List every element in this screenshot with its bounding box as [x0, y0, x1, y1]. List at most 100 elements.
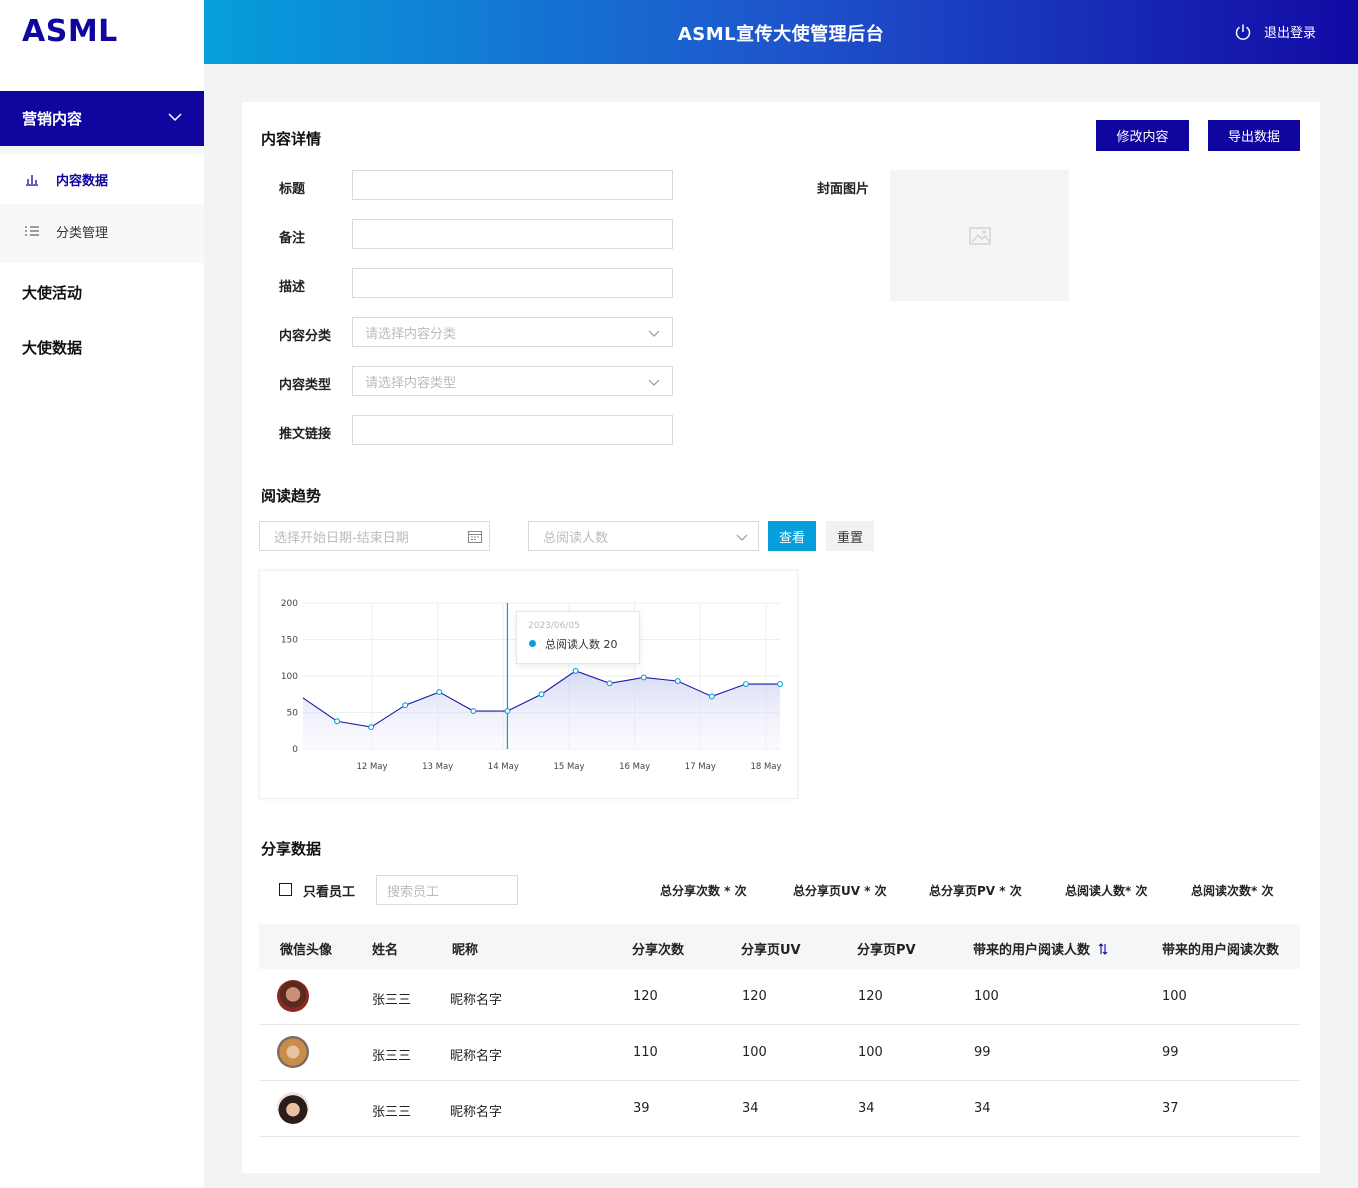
sidebar-item-label: 内容数据 — [56, 173, 109, 189]
data-point — [402, 702, 409, 709]
cell-name: 张三三 — [372, 993, 412, 1008]
content-type-select[interactable]: 请选择内容类型 — [352, 366, 673, 396]
page-title: ASML宣传大使管理后台 — [677, 24, 885, 45]
data-point — [504, 708, 511, 714]
x-tick-label: 13 May — [422, 762, 453, 772]
chevron-down-icon — [168, 113, 182, 122]
cell-readers: 100 — [974, 989, 999, 1004]
table-row[interactable]: 张三三 昵称名字 39 34 34 34 37 — [259, 1081, 1300, 1137]
col-shares: 分享次数 — [632, 943, 685, 958]
table-row[interactable]: 张三三 昵称名字 110 100 100 99 99 — [259, 1025, 1300, 1081]
tooltip-date: 2023/06/05 — [528, 621, 580, 631]
x-tick-label: 17 May — [685, 762, 716, 772]
tweet-link-label: 推文链接 — [279, 427, 332, 442]
tweet-link-field[interactable] — [352, 415, 673, 445]
cell-name: 张三三 — [372, 1049, 412, 1064]
data-point — [708, 693, 715, 700]
data-point — [436, 689, 443, 696]
col-share-uv: 分享页UV — [741, 943, 801, 958]
data-point — [538, 691, 545, 698]
title-label: 标题 — [279, 182, 306, 197]
stat-share-uv: 总分享页UV * 次 — [793, 884, 887, 898]
logout-button[interactable]: 退出登录 — [1234, 22, 1316, 41]
employee-search-input[interactable]: 搜索员工 — [376, 875, 518, 905]
sidebar-item-category[interactable]: 分类管理 — [0, 206, 204, 256]
sidebar-item-content-data[interactable]: 内容数据 — [0, 154, 204, 204]
cover-image-placeholder[interactable] — [890, 170, 1069, 301]
stat-total-shares: 总分享次数 * 次 — [660, 884, 747, 898]
share-data-title: 分享数据 — [261, 840, 322, 858]
logout-label: 退出登录 — [1263, 26, 1316, 41]
asml-logo[interactable]: ASML — [22, 14, 118, 49]
cell-share-uv: 34 — [742, 1101, 759, 1116]
data-point — [674, 678, 681, 685]
tooltip-value: 总阅读人数 20 — [545, 638, 618, 651]
chevron-down-icon — [736, 534, 748, 541]
cell-nickname: 昵称名字 — [450, 993, 503, 1008]
col-readers-label: 带来的用户阅读人数 — [973, 943, 1091, 958]
export-data-button[interactable]: 导出数据 — [1208, 120, 1300, 151]
x-tick-label: 18 May — [750, 762, 781, 772]
x-tick-label: 16 May — [619, 762, 650, 772]
metric-select[interactable]: 总阅读人数 — [528, 521, 759, 551]
description-field[interactable] — [352, 268, 673, 298]
sidebar-submenu: 内容数据 分类管理 — [0, 146, 204, 263]
stat-total-readers: 总阅读人数* 次 — [1065, 884, 1148, 898]
sidebar: ASML 营销内容 内容数据 分类管理 大使活动 大使数据 — [0, 0, 204, 1188]
x-tick-label: 12 May — [356, 762, 387, 772]
sidebar-item-ambassador-data[interactable]: 大使数据 — [22, 337, 82, 358]
cell-share-pv: 34 — [858, 1101, 875, 1116]
calendar-icon — [468, 531, 482, 543]
reading-trend-chart: 0 50 100 150 200 12 May 13 May 14 May 15 May 16 M… — [259, 570, 798, 799]
content-category-label: 内容分类 — [279, 329, 332, 344]
sidebar-item-activities[interactable]: 大使活动 — [22, 282, 82, 303]
cover-image-label: 封面图片 — [817, 182, 870, 197]
title-field[interactable] — [352, 170, 673, 200]
avatar — [277, 1092, 309, 1124]
table-row[interactable]: 张三三 昵称名字 120 120 120 100 100 — [259, 969, 1300, 1025]
y-tick-label: 0 — [292, 745, 298, 755]
content-type-placeholder: 请选择内容类型 — [365, 375, 457, 391]
edit-content-button[interactable]: 修改内容 — [1096, 120, 1189, 151]
data-point — [777, 681, 783, 687]
cell-nickname: 昵称名字 — [450, 1049, 503, 1064]
top-header: ASML宣传大使管理后台 退出登录 — [204, 0, 1358, 64]
data-point — [606, 680, 613, 687]
data-point — [742, 681, 749, 687]
date-range-placeholder: 选择开始日期-结束日期 — [274, 530, 409, 546]
description-label: 描述 — [279, 280, 306, 295]
cell-readers: 34 — [974, 1101, 991, 1116]
col-reads: 带来的用户阅读次数 — [1162, 943, 1280, 958]
col-share-pv: 分享页PV — [857, 943, 916, 958]
series-area — [303, 670, 780, 749]
cell-readers: 99 — [974, 1045, 991, 1060]
query-button[interactable]: 查看 — [768, 521, 816, 551]
sidebar-group-marketing[interactable]: 营销内容 — [0, 91, 204, 146]
content-type-label: 内容类型 — [279, 378, 332, 393]
stat-share-pv: 总分享页PV * 次 — [929, 884, 1022, 898]
sort-icon — [1098, 943, 1107, 955]
cell-reads: 37 — [1162, 1101, 1179, 1116]
data-point — [572, 667, 579, 674]
cell-share-uv: 120 — [742, 989, 767, 1004]
reset-button[interactable]: 重置 — [826, 521, 874, 551]
list-icon — [25, 226, 39, 236]
table-header: 微信头像 姓名 昵称 分享次数 分享页UV 分享页PV 带来的用户阅读人数 带来… — [259, 924, 1300, 969]
remark-label: 备注 — [279, 231, 306, 246]
remark-field[interactable] — [352, 219, 673, 249]
col-name: 姓名 — [372, 943, 399, 958]
sidebar-group-label: 营销内容 — [22, 110, 83, 128]
cell-reads: 99 — [1162, 1045, 1179, 1060]
only-employee-checkbox[interactable] — [279, 883, 292, 896]
content-category-select[interactable]: 请选择内容分类 — [352, 317, 673, 347]
date-range-picker[interactable]: 选择开始日期-结束日期 — [259, 521, 490, 551]
cell-name: 张三三 — [372, 1105, 412, 1120]
data-point — [334, 718, 341, 725]
data-point — [368, 724, 375, 731]
only-employee-label[interactable]: 只看员工 — [303, 881, 355, 900]
col-readers[interactable]: 带来的用户阅读人数 — [973, 939, 1108, 958]
stat-total-reads: 总阅读次数* 次 — [1191, 884, 1274, 898]
image-icon — [968, 226, 991, 245]
y-tick-label: 100 — [281, 672, 298, 682]
cell-shares: 110 — [633, 1045, 658, 1060]
